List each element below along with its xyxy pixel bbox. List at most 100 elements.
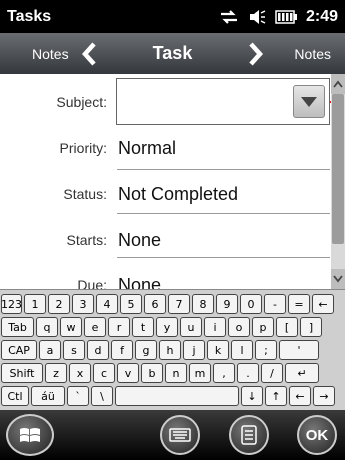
scroll-down-icon[interactable] — [331, 269, 345, 289]
due-value[interactable]: None — [118, 275, 161, 289]
key-x[interactable]: x — [69, 363, 91, 383]
key-right-bracket[interactable]: ] — [300, 317, 322, 337]
starts-value[interactable]: None — [118, 230, 161, 251]
priority-row[interactable]: Priority: Normal — [0, 126, 330, 170]
battery-icon[interactable] — [275, 9, 297, 24]
key-apostrophe[interactable]: ' — [279, 340, 319, 360]
key-u[interactable]: u — [180, 317, 202, 337]
key-comma[interactable]: , — [213, 363, 235, 383]
key-2[interactable]: 2 — [48, 294, 70, 314]
key-9[interactable]: 9 — [216, 294, 238, 314]
connectivity-icon[interactable] — [219, 9, 239, 25]
windows-logo-icon — [20, 428, 40, 442]
key-space[interactable] — [115, 386, 239, 406]
key-6[interactable]: 6 — [144, 294, 166, 314]
key-semicolon[interactable]: ; — [255, 340, 277, 360]
key-shift[interactable]: Shift — [1, 363, 43, 383]
priority-value[interactable]: Normal — [118, 138, 176, 159]
clock[interactable]: 2:49 — [306, 8, 338, 26]
key-0[interactable]: 0 — [240, 294, 262, 314]
key-arrow-up[interactable]: ↑ — [265, 386, 287, 406]
start-button[interactable] — [6, 414, 54, 456]
subject-dropdown-button[interactable] — [293, 85, 325, 118]
scroll-up-icon[interactable] — [331, 74, 345, 94]
prev-notes-label[interactable]: Notes — [0, 46, 74, 62]
key-arrow-right[interactable]: → — [313, 386, 335, 406]
keyboard-toggle-button[interactable] — [160, 415, 200, 455]
key-caps[interactable]: CAP — [1, 340, 37, 360]
keyboard-row-2: Tab q w e r t y u i o p [ ] — [1, 317, 322, 338]
chevron-right-icon[interactable] — [241, 33, 271, 74]
key-r[interactable]: r — [108, 317, 130, 337]
key-backslash[interactable]: \ — [91, 386, 113, 406]
keyboard-row-3: CAP a s d f g h j k l ; ' — [1, 340, 319, 361]
key-b[interactable]: b — [141, 363, 163, 383]
key-c[interactable]: c — [93, 363, 115, 383]
triangle-down-icon — [301, 96, 317, 107]
keyboard-row-1: 123 1 2 3 4 5 6 7 8 9 0 - = ← — [1, 294, 334, 315]
key-ctrl[interactable]: Ctl — [1, 386, 29, 406]
starts-row[interactable]: Starts: None — [0, 214, 330, 258]
ok-label: OK — [305, 426, 329, 444]
key-i[interactable]: i — [204, 317, 226, 337]
key-backtick[interactable]: ` — [67, 386, 89, 406]
page-title: Task — [152, 43, 193, 63]
key-s[interactable]: s — [63, 340, 85, 360]
key-w[interactable]: w — [60, 317, 82, 337]
due-row[interactable]: Due: None — [0, 258, 330, 289]
status-row[interactable]: Status: Not Completed — [0, 170, 330, 214]
key-1[interactable]: 1 — [24, 294, 46, 314]
key-7[interactable]: 7 — [168, 294, 190, 314]
key-z[interactable]: z — [45, 363, 67, 383]
keyboard-row-5: Ctl áü ` \ ↓ ↑ ← → — [1, 386, 335, 407]
key-123[interactable]: 123 — [1, 294, 22, 314]
key-backspace[interactable]: ← — [312, 294, 334, 314]
next-notes-label[interactable]: Notes — [271, 46, 345, 62]
subject-row: Subject: — [0, 74, 345, 125]
key-e[interactable]: e — [84, 317, 106, 337]
form-scrollbar[interactable] — [331, 74, 345, 289]
key-minus[interactable]: - — [264, 294, 286, 314]
key-k[interactable]: k — [207, 340, 229, 360]
key-v[interactable]: v — [117, 363, 139, 383]
key-arrow-down[interactable]: ↓ — [241, 386, 263, 406]
keyboard-row-4: Shift z x c v b n m , . / ↵ — [1, 363, 319, 384]
key-tab[interactable]: Tab — [1, 317, 34, 337]
key-y[interactable]: y — [156, 317, 178, 337]
key-m[interactable]: m — [189, 363, 211, 383]
chevron-left-icon[interactable] — [74, 33, 104, 74]
key-3[interactable]: 3 — [72, 294, 94, 314]
ok-button[interactable]: OK — [297, 415, 337, 455]
app-title: Tasks — [7, 7, 52, 25]
key-f[interactable]: f — [111, 340, 133, 360]
key-a[interactable]: a — [39, 340, 61, 360]
key-8[interactable]: 8 — [192, 294, 214, 314]
key-j[interactable]: j — [183, 340, 205, 360]
status-value[interactable]: Not Completed — [118, 184, 238, 205]
volume-icon[interactable] — [248, 9, 266, 25]
key-4[interactable]: 4 — [96, 294, 118, 314]
key-left-bracket[interactable]: [ — [276, 317, 298, 337]
key-t[interactable]: t — [132, 317, 154, 337]
key-accents[interactable]: áü — [31, 386, 65, 406]
menu-button[interactable] — [229, 415, 269, 455]
key-g[interactable]: g — [135, 340, 157, 360]
key-slash[interactable]: / — [261, 363, 283, 383]
key-o[interactable]: o — [228, 317, 250, 337]
key-d[interactable]: d — [87, 340, 109, 360]
key-5[interactable]: 5 — [120, 294, 142, 314]
key-equals[interactable]: = — [288, 294, 310, 314]
subject-field[interactable] — [116, 78, 330, 125]
subject-label: Subject: — [56, 94, 107, 110]
key-p[interactable]: p — [252, 317, 274, 337]
key-q[interactable]: q — [36, 317, 58, 337]
priority-label: Priority: — [59, 140, 107, 156]
bottom-bar: OK — [0, 410, 345, 460]
key-enter[interactable]: ↵ — [285, 363, 319, 383]
key-l[interactable]: l — [231, 340, 253, 360]
scroll-thumb[interactable] — [332, 94, 344, 244]
key-arrow-left[interactable]: ← — [289, 386, 311, 406]
key-period[interactable]: . — [237, 363, 259, 383]
key-n[interactable]: n — [165, 363, 187, 383]
key-h[interactable]: h — [159, 340, 181, 360]
